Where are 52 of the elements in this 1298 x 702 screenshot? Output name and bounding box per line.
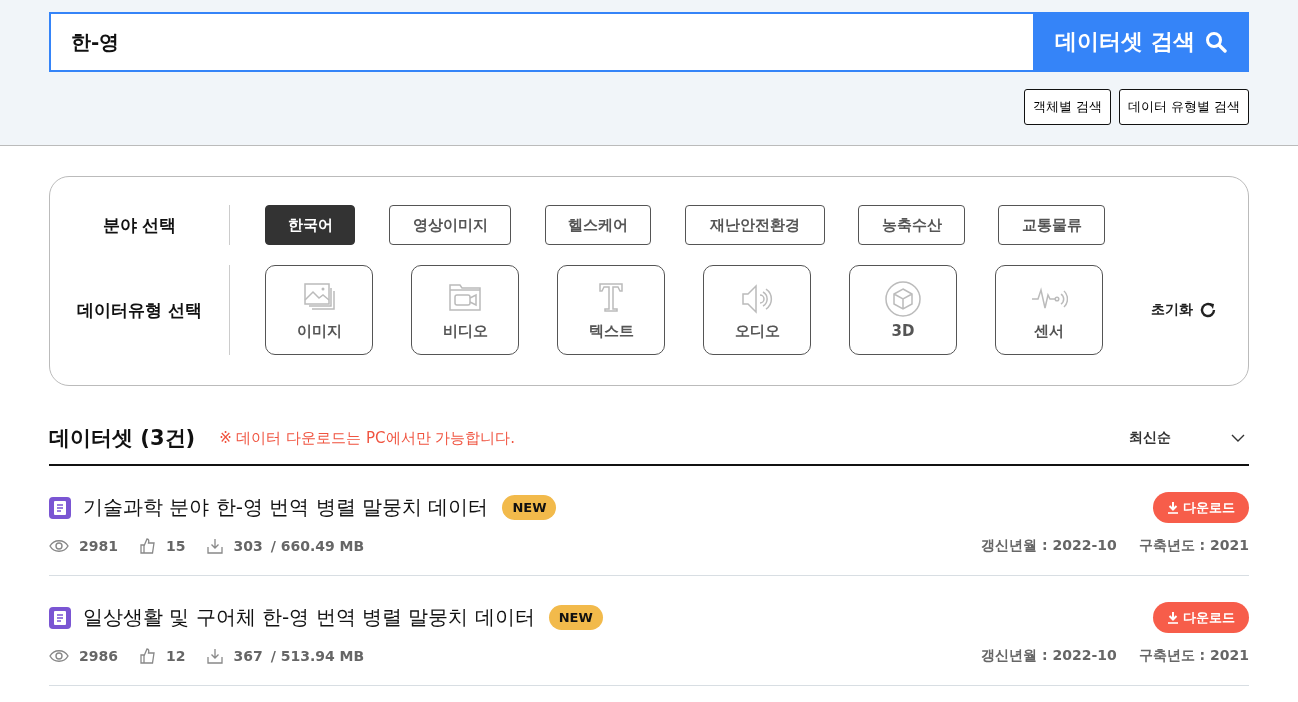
file-size: / 513.94 MB [270, 648, 365, 664]
dataset-search-button[interactable]: 데이터셋 검색 [1033, 12, 1249, 72]
download-count: 303 [233, 538, 263, 554]
sort-dropdown[interactable]: 최신순 [1129, 429, 1249, 447]
data-type-label: 데이터유형 선택 [50, 265, 230, 355]
search-field[interactable]: 한-영 [49, 12, 1034, 72]
data-type-button[interactable]: 오디오 [703, 265, 811, 355]
reset-button[interactable]: 초기화 [1151, 265, 1217, 355]
chevron-down-icon [1231, 434, 1245, 442]
like-count: 12 [165, 648, 186, 664]
update-date: 갱신년월 : 2022-10 [981, 647, 1117, 665]
field-label: 분야 선택 [50, 205, 230, 245]
download-icon [1167, 501, 1179, 514]
cube-icon [884, 280, 922, 318]
file-size: / 660.49 MB [270, 538, 365, 554]
data-type-button[interactable]: 이미지 [265, 265, 373, 355]
field-filter-button[interactable]: 재난안전환경 [685, 205, 825, 245]
field-filter-button[interactable]: 교통물류 [998, 205, 1105, 245]
like-count: 15 [165, 538, 186, 554]
eye-icon [49, 649, 69, 663]
thumbs-up-icon [139, 648, 156, 664]
dataset-title[interactable]: 일상생활 및 구어체 한-영 번역 병렬 말뭉치 데이터 [83, 604, 535, 631]
refresh-icon [1199, 301, 1217, 319]
download-icon [207, 538, 224, 554]
download-icon [207, 648, 224, 664]
field-filter-button[interactable]: 헬스케어 [545, 205, 651, 245]
update-date: 갱신년월 : 2022-10 [981, 537, 1117, 555]
data-type-button[interactable]: 비디오 [411, 265, 519, 355]
document-icon [49, 496, 71, 519]
download-notice: ※ 데이터 다운로드는 PC에서만 가능합니다. [219, 428, 517, 448]
download-icon [1167, 611, 1179, 624]
build-year: 구축년도 : 2021 [1138, 537, 1249, 555]
field-filter-button[interactable]: 영상이미지 [389, 205, 511, 245]
new-badge: NEW [502, 495, 557, 520]
field-filter-button[interactable]: 한국어 [265, 205, 355, 245]
new-badge: NEW [548, 605, 603, 630]
search-icon [1205, 31, 1227, 53]
download-count: 367 [233, 648, 263, 664]
document-icon [49, 606, 71, 629]
view-count: 2986 [79, 648, 118, 664]
result-count-title: 데이터셋 (3건) [49, 425, 196, 452]
build-year: 구축년도 : 2021 [1138, 647, 1249, 665]
view-count: 2981 [79, 538, 118, 554]
dataset-title[interactable]: 기술과학 분야 한-영 번역 병렬 말뭉치 데이터 [83, 494, 489, 521]
data-type-button[interactable]: 센서 [995, 265, 1103, 355]
field-filter-button[interactable]: 농축수산 [858, 205, 965, 245]
thumbs-up-icon [139, 538, 156, 554]
data-type-button[interactable]: 3D [849, 265, 957, 355]
search-option-button[interactable]: 데이터 유형별 검색 [1118, 89, 1249, 125]
data-type-button[interactable]: 텍스트 [557, 265, 665, 355]
eye-icon [49, 539, 69, 553]
search-option-button[interactable]: 객체별 검색 [1023, 89, 1111, 125]
